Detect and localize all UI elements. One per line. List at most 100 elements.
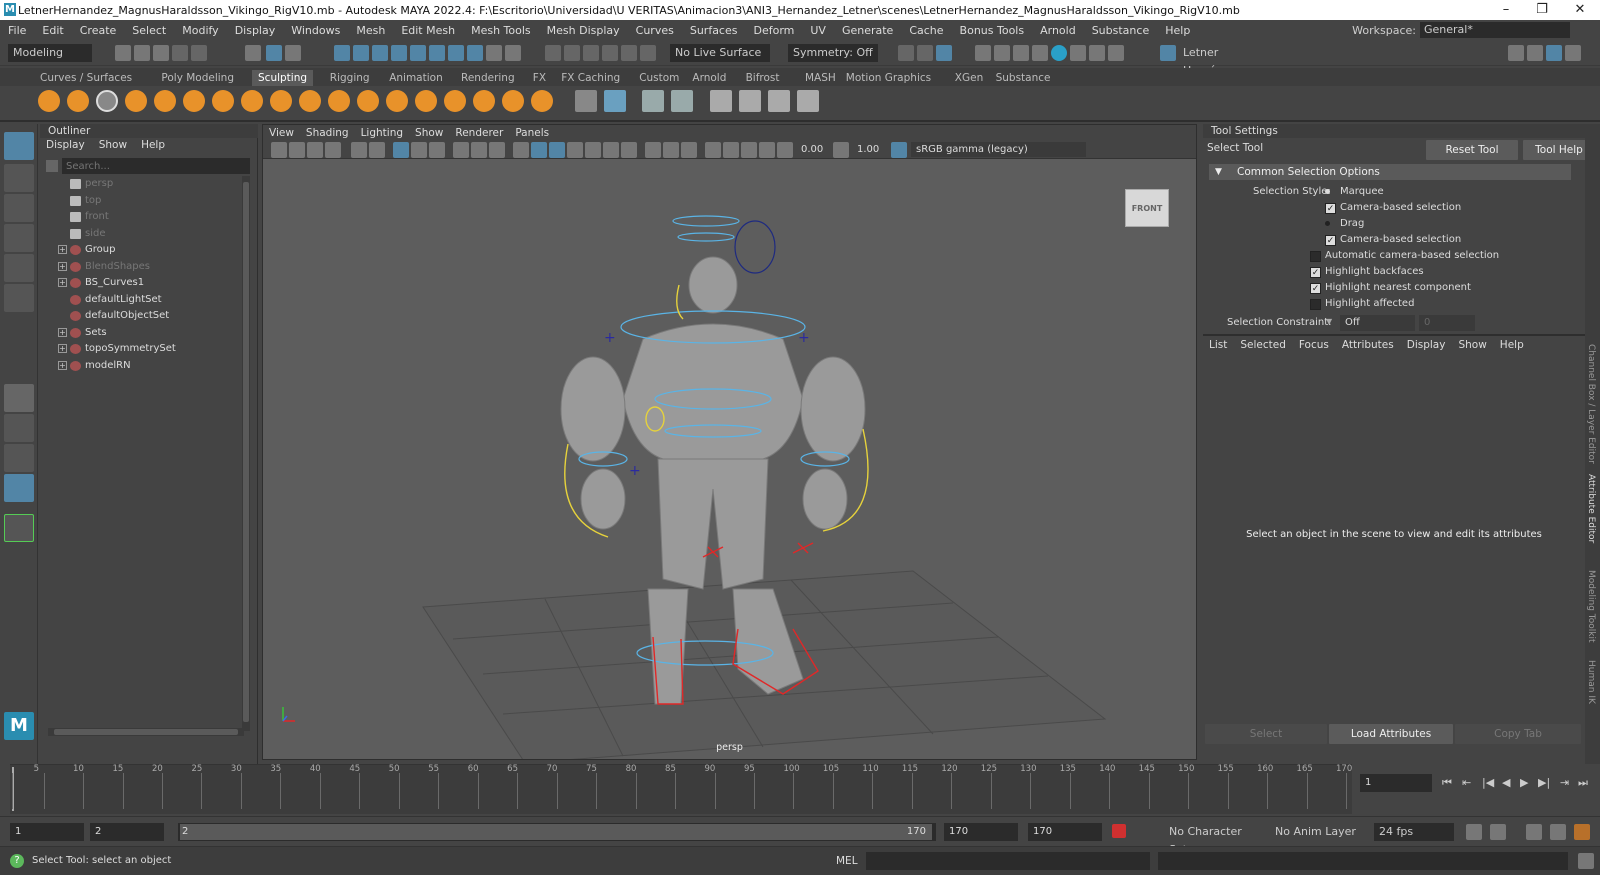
menu-generate[interactable]: Generate [834, 24, 901, 37]
snap-live-icon[interactable] [410, 45, 426, 61]
render-region-icon[interactable] [975, 45, 991, 61]
imprint-tool-icon[interactable] [299, 90, 321, 112]
playback-start-field[interactable]: 2 [90, 823, 164, 841]
step-back-frame-icon[interactable]: |◀ [1482, 776, 1494, 789]
amplify-tool-icon[interactable] [502, 90, 524, 112]
menu-windows[interactable]: Windows [283, 24, 348, 37]
symmetry-dropdown[interactable]: Symmetry: Off [788, 44, 878, 62]
shelf-tab-rigging[interactable]: Rigging [324, 70, 376, 86]
move-tool-icon[interactable] [4, 224, 34, 252]
command-input[interactable] [866, 852, 1150, 870]
arnold-ipr-icon[interactable] [1070, 45, 1086, 61]
outliner-menu-display[interactable]: Display [46, 139, 85, 151]
menu-substance[interactable]: Substance [1084, 24, 1158, 37]
face-control-panel[interactable] [734, 220, 776, 274]
outliner-item[interactable]: top [40, 193, 240, 209]
ae-menu-display[interactable]: Display [1407, 339, 1446, 351]
expand-icon[interactable]: + [58, 360, 67, 370]
option-checkbox[interactable]: ✓ [1310, 283, 1321, 294]
input-output-icon[interactable] [505, 45, 521, 61]
shelf-tab-bifrost[interactable]: Bifrost [740, 70, 786, 86]
snap-together-icon[interactable] [429, 45, 445, 61]
option-checkbox[interactable]: ✓ [1310, 267, 1321, 278]
menu-mesh[interactable]: Mesh [348, 24, 393, 37]
character-left-arm[interactable] [560, 356, 626, 462]
render-current-icon[interactable] [564, 45, 580, 61]
rotate-tool-icon[interactable] [4, 254, 34, 282]
film-gate-icon[interactable] [411, 142, 427, 158]
step-forward-frame-icon[interactable]: ▶| [1538, 776, 1550, 789]
color-management-icon[interactable] [891, 142, 907, 158]
shelf-tab-rendering[interactable]: Rendering [455, 70, 521, 86]
character-set-dropdown[interactable]: No Character Set [1164, 823, 1256, 856]
smooth-tool-icon[interactable] [67, 90, 89, 112]
outliner-menu-help[interactable]: Help [141, 139, 165, 151]
menu-mesh-tools[interactable]: Mesh Tools [463, 24, 539, 37]
maximize-button[interactable]: ❐ [1524, 0, 1560, 20]
current-frame-field[interactable]: 1 [1360, 774, 1432, 792]
menu-deform[interactable]: Deform [745, 24, 802, 37]
grid-toggle-icon[interactable] [936, 45, 952, 61]
go-to-end-icon[interactable]: ⏭ [1578, 776, 1588, 790]
mask-icon[interactable] [642, 90, 664, 112]
shelf-tab-fx-caching[interactable]: FX Caching [555, 70, 626, 86]
step-forward-key-icon[interactable]: ⇥ [1560, 776, 1569, 789]
constraint-dropdown[interactable]: Off [1340, 315, 1415, 331]
snap-view-plane-icon[interactable] [391, 45, 407, 61]
character-right-hand[interactable] [802, 468, 848, 530]
menu-modify[interactable]: Modify [174, 24, 226, 37]
bulge-tool-icon[interactable] [473, 90, 495, 112]
grid-icon[interactable] [393, 142, 409, 158]
menu-help[interactable]: Help [1157, 24, 1198, 37]
antialias-icon[interactable] [705, 142, 721, 158]
snap-surface-icon[interactable] [467, 45, 483, 61]
ae-menu-help[interactable]: Help [1500, 339, 1524, 351]
outliner-item[interactable]: defaultObjectSet [40, 308, 240, 324]
bookmark-icon[interactable] [307, 142, 323, 158]
shelf-tab-sculpting[interactable]: Sculpting [252, 70, 314, 86]
outliner-search-input[interactable] [62, 158, 250, 174]
expand-icon[interactable]: + [58, 344, 67, 353]
menu-mesh-display[interactable]: Mesh Display [539, 24, 628, 37]
shadows-icon[interactable] [603, 142, 619, 158]
xray-joints-icon[interactable] [663, 142, 679, 158]
attribute-editor-toggle-icon[interactable] [1546, 45, 1562, 61]
filter-icon[interactable] [46, 160, 58, 172]
snap-grid-icon[interactable] [334, 45, 350, 61]
head-control-curve[interactable] [672, 215, 740, 227]
workspace-selector[interactable]: Workspace: General* [1352, 22, 1570, 38]
step-back-key-icon[interactable]: ⇤ [1462, 776, 1471, 789]
add-target-icon[interactable] [768, 90, 790, 112]
collapse-triangle-icon[interactable]: ▼ [1215, 164, 1222, 180]
xray-icon[interactable] [645, 142, 661, 158]
option-checkbox[interactable]: ✓ [1325, 203, 1336, 214]
auto-key-icon[interactable] [1112, 824, 1126, 838]
time-slider[interactable]: 5 10 15 20 25 30 35 40 45 50 55 60 65 70 75 80 85 90 95 100… [0, 764, 1600, 816]
expand-icon[interactable]: + [58, 327, 67, 337]
load-attributes-button[interactable]: Load Attributes [1329, 724, 1453, 744]
select-object-icon[interactable] [266, 45, 282, 61]
workspace-dropdown[interactable]: General* [1420, 22, 1570, 38]
shelf-tab-curves-surfaces[interactable]: Curves / Surfaces [34, 70, 138, 86]
channel-box-toggle-icon[interactable] [1565, 45, 1581, 61]
exposure-icon[interactable] [777, 142, 793, 158]
camera-attributes-vp-icon[interactable] [289, 142, 305, 158]
menu-bonus-tools[interactable]: Bonus Tools [952, 24, 1033, 37]
unmask-icon[interactable] [671, 90, 693, 112]
outliner-horizontal-scrollbar[interactable] [48, 728, 244, 736]
menu-uv[interactable]: UV [802, 24, 834, 37]
textured-icon[interactable] [567, 142, 583, 158]
pinch-tool-icon[interactable] [154, 90, 176, 112]
copy-tab-button[interactable]: Copy Tab [1455, 724, 1581, 744]
outliner-layout-icon[interactable] [4, 474, 34, 502]
image-plane-icon[interactable] [325, 142, 341, 158]
ae-menu-show[interactable]: Show [1458, 339, 1486, 351]
outliner-item[interactable]: + topoSymmetrySet [40, 341, 240, 357]
viewport-menu-shading[interactable]: Shading [300, 127, 355, 139]
select-button[interactable]: Select [1205, 724, 1327, 744]
snapshot-icon[interactable] [994, 45, 1010, 61]
loop-icon[interactable] [1466, 824, 1482, 840]
outliner-item[interactable]: + BS_Curves1 [40, 275, 240, 291]
menu-arnold[interactable]: Arnold [1032, 24, 1084, 37]
resolution-gate-icon[interactable] [429, 142, 445, 158]
